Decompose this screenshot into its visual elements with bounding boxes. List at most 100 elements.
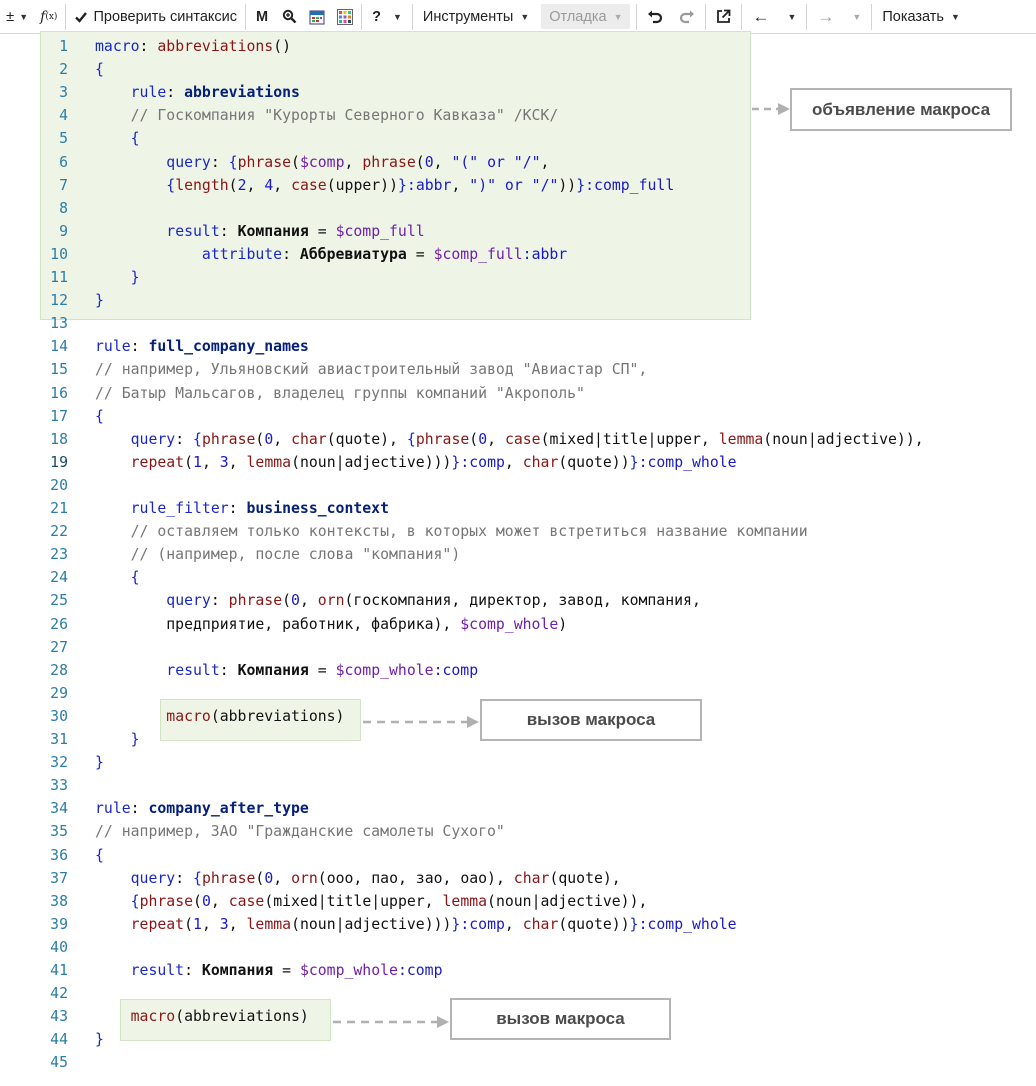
search-button[interactable] <box>276 0 303 33</box>
code-line[interactable]: 31 } <box>0 728 140 751</box>
code-line[interactable]: 1 macro: abbreviations() <box>0 35 291 58</box>
code-token: : <box>219 222 238 240</box>
code-token: 1 <box>193 915 202 933</box>
forward-button[interactable]: → ▼ <box>809 0 869 33</box>
code-line[interactable]: 36 { <box>0 844 104 867</box>
code-line[interactable]: 12} <box>0 289 104 312</box>
code-line[interactable]: 22 // оставляем только контексты, в кото… <box>0 520 808 543</box>
show-menu-button[interactable]: Показать ▼ <box>874 0 968 33</box>
code-line[interactable]: 45 <box>0 1051 95 1074</box>
code-token: lemma <box>246 453 292 471</box>
code-editor[interactable]: 1 macro: abbreviations() 2{3 rule: abbrevi… <box>0 31 1036 1086</box>
code-line[interactable]: 8 <box>0 197 95 220</box>
line-number: 8 <box>59 199 68 217</box>
code-token: 0 <box>478 430 488 448</box>
code-line[interactable]: 15 // например, Ульяновский авиастроитель… <box>0 358 647 381</box>
code-line[interactable]: 28 result: Компания = $comp_whole:comp <box>0 659 478 682</box>
code-line[interactable]: 33 <box>0 774 95 797</box>
code-line[interactable]: 44} <box>0 1028 104 1051</box>
line-number: 41 <box>50 962 68 979</box>
calendar-button[interactable] <box>303 0 331 33</box>
open-external-button[interactable] <box>708 0 739 33</box>
line-number: 9 <box>59 222 68 240</box>
code-line[interactable]: 16 // Батыр Мальсагов, владелец группы ко… <box>0 382 585 405</box>
code-line[interactable]: 27 <box>0 636 95 659</box>
line-number: 36 <box>50 846 68 864</box>
back-button[interactable]: ← ▼ <box>744 0 804 33</box>
code-token: : <box>175 430 194 448</box>
code-line[interactable]: 24 { <box>0 566 139 589</box>
code-line[interactable]: 17 { <box>0 405 104 428</box>
code-token: } <box>95 1031 104 1049</box>
tools-menu-button[interactable]: Инструменты ▼ <box>415 0 537 33</box>
code-line[interactable]: 43 macro(abbreviations) <box>0 1005 309 1028</box>
code-line[interactable]: 25 query: phrase(0, orn(госкомпания, дир… <box>0 589 701 612</box>
code-line[interactable]: 37 query: {phrase(0, orn(ооо, пао, зао, … <box>0 867 621 890</box>
color-grid-button[interactable] <box>331 0 359 33</box>
toolbar: ± ▼ f (x) Проверить синтаксис M ? ▼ Инстр… <box>0 0 1036 34</box>
insert-menu-button[interactable]: ± ▼ <box>0 0 34 33</box>
code-line[interactable]: 41 result: Компания = $comp_whole:comp <box>0 959 442 982</box>
code-line[interactable]: 9 result: Компания = $comp_full <box>0 220 425 243</box>
code-line[interactable]: 40 <box>0 936 95 959</box>
code-line[interactable]: 19 repeat(1, 3, lemma(noun|adjective)))}… <box>0 451 736 474</box>
code-line[interactable]: 35 // например, ЗАО "Гражданские самолеты… <box>0 820 505 843</box>
code-line[interactable]: 5 { <box>0 127 139 150</box>
code-line[interactable]: 18 query: {phrase(0, char(quote), {phras… <box>0 428 923 451</box>
code-line[interactable]: 10 attribute: Аббревиатура = $comp_full:… <box>0 243 567 266</box>
function-button[interactable]: f (x) <box>34 0 63 33</box>
code-token: , <box>344 153 363 171</box>
code-line[interactable]: 20 <box>0 474 95 497</box>
code-line[interactable]: 2{ <box>0 58 104 81</box>
check-syntax-button[interactable]: Проверить синтаксис <box>68 0 243 33</box>
code-line[interactable]: 30 macro(abbreviations) <box>0 705 344 728</box>
code-line[interactable]: 32} <box>0 751 104 774</box>
line-number: 2 <box>59 61 68 79</box>
code-line[interactable]: 3 rule: abbreviations <box>0 81 300 104</box>
code-line[interactable]: 4 // Госкомпания "Курорты Северного Кавк… <box>0 104 558 127</box>
code-token: (госкомпания, директор, завод, компания, <box>344 592 701 610</box>
undo-button[interactable] <box>639 0 671 33</box>
redo-button[interactable] <box>671 0 703 33</box>
code-token: ( <box>184 915 194 933</box>
line-number: 44 <box>50 1031 68 1049</box>
m-button[interactable]: M <box>248 0 276 33</box>
line-number: 20 <box>50 476 68 494</box>
code-token: предприятие, работник, фабрика), <box>95 615 461 633</box>
code-line[interactable]: 11 } <box>0 266 140 289</box>
code-line[interactable]: 23 // (например, после слова "компания") <box>0 543 460 566</box>
code-token: { <box>95 61 104 79</box>
code-token: , <box>228 453 247 471</box>
code-token: 4 <box>264 176 274 194</box>
code-line[interactable]: 7 {length(2, 4, case(upper))}:abbr, ")" … <box>0 174 674 197</box>
code-token: 2 <box>237 176 247 194</box>
code-token: (quote), <box>326 430 407 448</box>
code-token: } <box>576 176 586 194</box>
code-token: , <box>299 592 318 610</box>
code-line[interactable]: 26 предприятие, работник, фабрика), $com… <box>0 613 567 636</box>
code-line[interactable]: 42 <box>0 982 95 1005</box>
code-token: , <box>504 453 523 471</box>
code-line[interactable]: 21 rule_filter: business_context <box>0 497 389 520</box>
debug-menu-button[interactable]: Отладка ▼ <box>541 4 631 29</box>
code-line[interactable]: 39 repeat(1, 3, lemma(noun|adjective)))}… <box>0 913 736 936</box>
code-line[interactable]: 29 <box>0 682 95 705</box>
code-token: } <box>130 269 140 286</box>
code-line[interactable]: 14 rule: full_company_names <box>0 335 309 358</box>
code-token: $comp_whole <box>460 615 559 633</box>
code-line[interactable]: 34 rule: company_after_type <box>0 797 309 820</box>
help-menu-button[interactable]: ? ▼ <box>364 0 410 33</box>
code-token: } <box>130 731 140 748</box>
code-token: : <box>228 500 247 517</box>
code-line[interactable]: 13 <box>0 312 95 335</box>
code-token: repeat <box>130 915 185 933</box>
code-token: // Батыр Мальсагов, владелец группы комп… <box>95 384 585 402</box>
code-token: :comp <box>433 661 479 679</box>
code-line[interactable]: 38 {phrase(0, case(mixed|title|upper, le… <box>0 890 647 913</box>
code-line[interactable]: 6 query: {phrase($comp, phrase(0, "(" or… <box>0 151 549 174</box>
